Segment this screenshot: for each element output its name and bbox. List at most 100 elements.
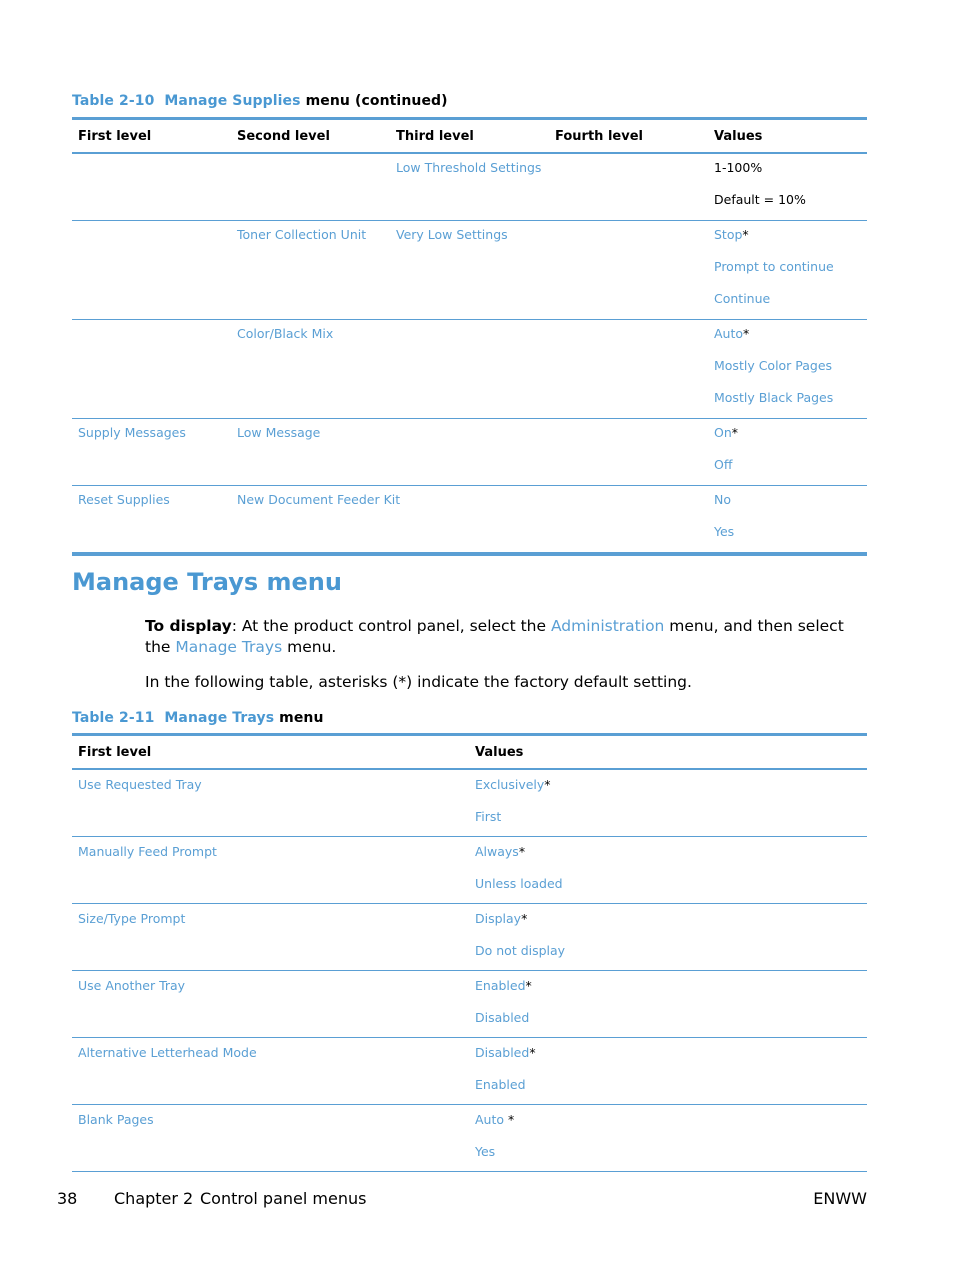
chapter-label: Chapter 2 (114, 1189, 194, 1208)
default-asterisk: * (521, 911, 528, 926)
header-values: Values (475, 745, 524, 760)
table-header-row: First level Values (72, 736, 867, 770)
value-label: Default = 10% (714, 192, 806, 207)
value-option[interactable]: On* (714, 425, 738, 440)
page-number: 38 (57, 1189, 78, 1208)
first-level-item[interactable]: Use Another Tray (78, 978, 185, 993)
text: menu. (282, 638, 337, 656)
table-menu-name: Manage Supplies (164, 93, 301, 109)
value-label: Do not display (475, 943, 566, 958)
table-header-row: First level Second level Third level Fou… (72, 120, 867, 154)
value-label: Disabled (475, 1010, 530, 1025)
value-label: First (475, 809, 502, 824)
manage-trays-link[interactable]: Manage Trays (175, 638, 282, 656)
value-option[interactable]: Display* (475, 911, 527, 926)
value-label: Unless loaded (475, 876, 563, 891)
chapter-title: Control panel menus (200, 1189, 367, 1208)
value-option[interactable]: Mostly Black Pages (714, 390, 833, 405)
table-number: Table 2-11 (72, 710, 155, 726)
first-level-item[interactable]: Reset Supplies (78, 492, 170, 507)
value-option[interactable]: First (475, 809, 501, 824)
value-label: Display (475, 911, 522, 926)
value-label: Always (475, 844, 519, 859)
value-label: 1-100% (714, 160, 763, 175)
value-option: 1-100% (714, 160, 762, 175)
value-label: Prompt to continue (714, 259, 834, 274)
first-level-item[interactable]: Alternative Letterhead Mode (78, 1045, 257, 1060)
value-label: Continue (714, 291, 771, 306)
value-option[interactable]: Prompt to continue (714, 259, 834, 274)
value-option[interactable]: Off (714, 457, 732, 472)
second-level-item[interactable]: Toner Collection Unit (237, 227, 366, 242)
second-level-item[interactable]: Low Message (237, 425, 320, 440)
value-option[interactable]: Stop* (714, 227, 749, 242)
value-label: Yes (714, 524, 735, 539)
table-menu-name: Manage Trays (164, 710, 275, 726)
table-row: Size/Type Prompt Display* Do not display (72, 904, 867, 971)
value-option[interactable]: Auto* (714, 326, 749, 341)
table-row: Color/Black Mix Auto* Mostly Color Pages Mo… (72, 320, 867, 419)
first-level-item[interactable]: Blank Pages (78, 1112, 154, 1127)
first-level-item[interactable]: Manually Feed Prompt (78, 844, 217, 859)
table-caption-rest: menu (continued) (305, 93, 448, 109)
section-title: Manage Trays menu (72, 568, 342, 596)
administration-link[interactable]: Administration (551, 617, 664, 635)
table-row: Use Another Tray Enabled* Disabled (72, 971, 867, 1038)
value-label: Yes (475, 1144, 496, 1159)
default-asterisk: * (525, 978, 532, 993)
locale-code: ENWW (813, 1189, 867, 1208)
second-level-item[interactable]: Color/Black Mix (237, 326, 333, 341)
value-label: Exclusively (475, 777, 545, 792)
value-label: Auto (714, 326, 744, 341)
value-option[interactable]: Disabled* (475, 1045, 536, 1060)
value-option[interactable]: Always* (475, 844, 525, 859)
third-level-item[interactable]: Very Low Settings (396, 227, 508, 242)
value-label: Mostly Black Pages (714, 390, 834, 405)
manage-trays-table: First level Values Use Requested Tray Exc… (72, 733, 867, 1172)
value-option[interactable]: Do not display (475, 943, 565, 958)
header-second-level: Second level (237, 129, 330, 144)
value-option[interactable]: Unless loaded (475, 876, 563, 891)
first-level-item[interactable]: Use Requested Tray (78, 777, 202, 792)
table-row: Blank Pages Auto * Yes (72, 1105, 867, 1172)
table-row: Low Threshold Settings 1-100% Default = 10… (72, 154, 867, 221)
table-2-11-caption: Table 2-11 Manage Trays menu (72, 710, 324, 726)
value-label: Stop (714, 227, 743, 242)
value-label: Off (714, 457, 733, 472)
table-caption-rest: menu (279, 710, 324, 726)
value-option[interactable]: Exclusively* (475, 777, 551, 792)
default-asterisk: * (544, 777, 551, 792)
value-option[interactable]: No (714, 492, 731, 507)
header-values: Values (714, 129, 763, 144)
header-first-level: First level (78, 745, 152, 760)
value-option[interactable]: Disabled (475, 1010, 529, 1025)
manage-supplies-table: First level Second level Third level Fou… (72, 117, 867, 556)
header-first-level: First level (78, 129, 152, 144)
first-level-item[interactable]: Supply Messages (78, 425, 186, 440)
second-level-item[interactable]: New Document Feeder Kit (237, 492, 400, 507)
table-row: Supply Messages Low Message On* Off (72, 419, 867, 486)
value-label: Enabled (475, 1077, 526, 1092)
to-display-paragraph: To display: At the product control panel… (145, 616, 870, 658)
value-option[interactable]: Enabled (475, 1077, 526, 1092)
third-level-item[interactable]: Low Threshold Settings (396, 160, 541, 175)
value-option[interactable]: Yes (475, 1144, 495, 1159)
value-label: On (714, 425, 732, 440)
table-row: Alternative Letterhead Mode Disabled* Enab… (72, 1038, 867, 1105)
table-2-10-caption: Table 2-10 Manage Supplies menu (continu… (72, 93, 448, 109)
value-option: Default = 10% (714, 192, 806, 207)
value-option[interactable]: Auto * (475, 1112, 514, 1127)
value-option[interactable]: Yes (714, 524, 734, 539)
value-option[interactable]: Enabled* (475, 978, 532, 993)
first-level-item[interactable]: Size/Type Prompt (78, 911, 185, 926)
value-option[interactable]: Mostly Color Pages (714, 358, 832, 373)
default-asterisk: * (743, 326, 750, 341)
value-label: No (714, 492, 731, 507)
value-option[interactable]: Continue (714, 291, 770, 306)
header-fourth-level: Fourth level (555, 129, 643, 144)
default-asterisk: * (508, 1112, 515, 1127)
default-asterisk: * (742, 227, 749, 242)
value-label: Enabled (475, 978, 526, 993)
table-body: Use Requested Tray Exclusively* First Manua… (72, 770, 867, 1172)
value-label: Auto (475, 1112, 508, 1127)
